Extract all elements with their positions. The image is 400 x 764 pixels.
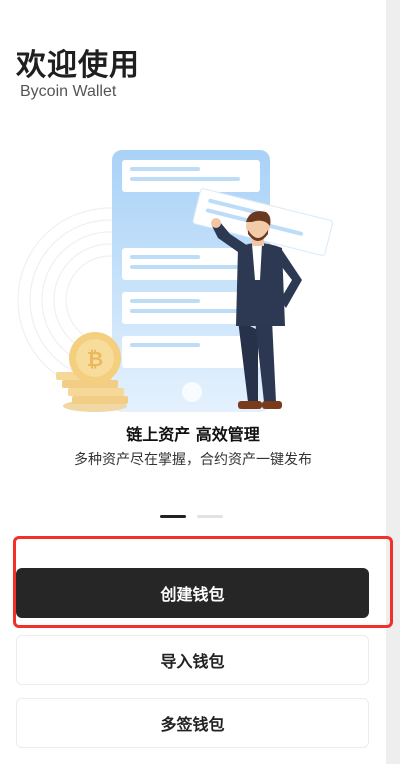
import-wallet-button[interactable]: 导入钱包 [16, 635, 369, 685]
slide-title: 链上资产 高效管理 [126, 425, 260, 444]
onboarding-illustration: ₿ [17, 150, 333, 412]
multisig-wallet-button[interactable]: 多签钱包 [16, 698, 369, 748]
svg-text:₿: ₿ [87, 347, 103, 371]
page-title: 欢迎使用 [16, 48, 140, 83]
multisig-wallet-label: 多签钱包 [160, 715, 225, 734]
page-indicator[interactable] [160, 515, 230, 519]
page-subtitle: Bycoin Wallet [20, 83, 117, 100]
import-wallet-label: 导入钱包 [160, 652, 225, 671]
slide-description: 多种资产尽在掌握，合约资产一键发布 [74, 452, 312, 468]
create-wallet-label: 创建钱包 [160, 585, 225, 604]
page-dot-active[interactable] [160, 515, 186, 518]
page-dot-inactive[interactable] [197, 515, 223, 518]
create-wallet-button[interactable]: 创建钱包 [16, 568, 369, 618]
